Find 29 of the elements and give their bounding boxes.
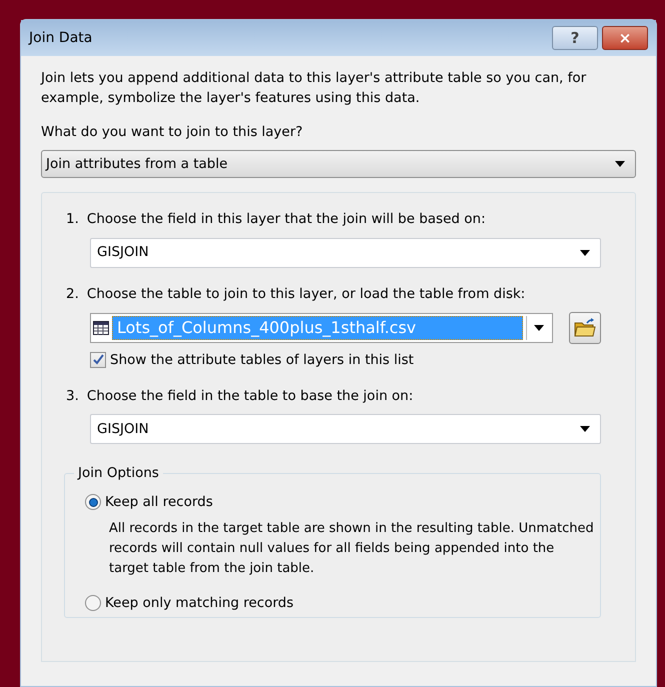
radio-label: Keep all records <box>105 493 213 512</box>
step-label: Choose the field in the table to base the join on: <box>86 387 414 406</box>
step-number: 2. <box>66 284 79 304</box>
radio-button[interactable] <box>85 594 101 611</box>
step-label: Choose the field in this layer that the join will be based on: <box>86 210 486 230</box>
open-folder-button[interactable] <box>569 312 601 344</box>
step-number: 1. <box>66 210 79 230</box>
step-label: Choose the table to join to this layer, or load the table from disk: <box>86 284 526 304</box>
checkbox[interactable] <box>90 352 106 368</box>
window-title: Join Data <box>29 28 92 48</box>
dropdown-arrow-icon <box>580 250 590 256</box>
help-button[interactable]: ? <box>552 26 598 50</box>
selected-table-text: Lots_of_Columns_400plus_1sthalf.csv <box>112 316 523 340</box>
dropdown-field[interactable]: GISJOIN <box>90 238 601 268</box>
dropdown-arrow-icon <box>615 161 625 168</box>
radio-button[interactable] <box>85 494 101 510</box>
step-number: 3. <box>66 387 79 406</box>
dropdown-arrow-icon <box>534 324 544 331</box>
dropdown-arrow-icon <box>580 426 590 432</box>
join-type-dropdown[interactable]: Join attributes from a table <box>41 150 636 178</box>
checkbox-label: Show the attribute tables of layers in this list <box>110 350 414 370</box>
table-icon <box>93 320 109 335</box>
radio-label: Keep only matching records <box>105 594 294 612</box>
option-description: All records in the target table are shown in the resulting table. Unmatched records will contain null values for all fields being appended into the target table from the join table. <box>108 520 595 578</box>
dropdown-field[interactable]: GISJOIN <box>90 414 601 444</box>
join-type-label: What do you want to join to this layer? <box>41 123 304 142</box>
group-title: Join Options <box>74 464 163 482</box>
folder-icon <box>574 318 596 338</box>
intro-text: Join lets you append additional data to this layer's attribute table so you can, for example, symbolize the layer's features using this data. <box>41 69 588 108</box>
